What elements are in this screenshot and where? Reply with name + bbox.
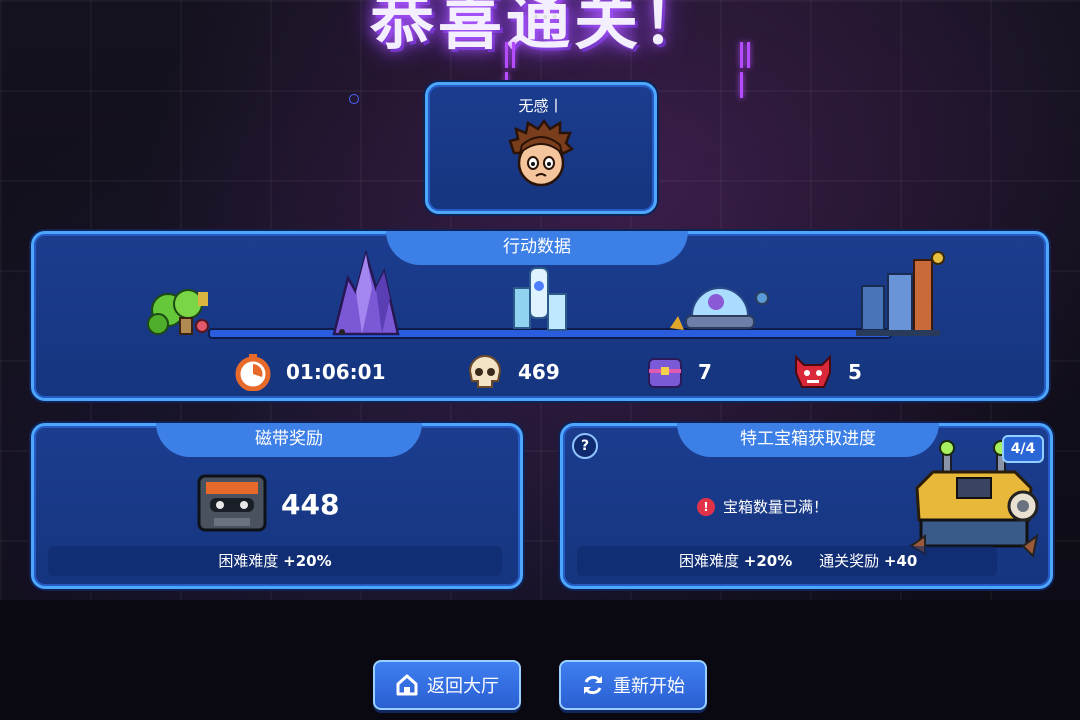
restart-button[interactable]: 重新开始	[559, 660, 707, 710]
stat-kills: 469	[466, 352, 560, 392]
lab-stage-icon	[513, 267, 567, 331]
player-avatar-icon	[508, 119, 575, 187]
forest-stage-icon	[147, 289, 209, 335]
stat-bosses-value: 5	[848, 360, 862, 384]
home-icon	[396, 674, 418, 696]
neon-decoration-icon	[505, 42, 525, 98]
back-to-lobby-button[interactable]: 返回大厅	[373, 660, 521, 710]
agent-chest-panel: 特工宝箱获取进度 ? ! 宝箱数量已满！ 4/4 困难难度 +20% 通关奖励 …	[560, 423, 1053, 589]
help-button[interactable]: ?	[572, 433, 598, 459]
difficulty-label: 困难难度	[218, 552, 279, 570]
factory-stage-icon	[856, 251, 945, 336]
ring-decoration-icon	[349, 94, 359, 104]
player-card: 无感丨	[425, 82, 657, 214]
difficulty-label: 困难难度	[679, 552, 740, 570]
tape-reward-title: 磁带奖励	[156, 423, 422, 457]
neon-decoration-icon	[740, 42, 760, 98]
treasure-chest-icon	[648, 358, 682, 388]
chest-full-text: 宝箱数量已满！	[723, 498, 829, 516]
action-data-panel: 行动数据 01:06:01 469 7 5	[31, 231, 1049, 401]
action-data-title: 行动数据	[386, 231, 688, 265]
stat-chests: 7	[646, 352, 712, 392]
difficulty-bonus: +20%	[743, 552, 793, 570]
tape-difficulty-bonus: 困难难度 +20%	[48, 546, 502, 576]
stat-chests-value: 7	[698, 360, 712, 384]
background-floor	[0, 600, 1080, 720]
stat-time-value: 01:06:01	[286, 360, 386, 384]
restart-label: 重新开始	[613, 676, 685, 697]
agent-chest-title: 特工宝箱获取进度	[677, 423, 939, 457]
stat-time: 01:06:01	[234, 352, 386, 392]
warning-icon: !	[697, 497, 715, 516]
more-options-icon[interactable]: •••	[532, 10, 560, 26]
clear-reward-label: 通关奖励	[819, 552, 880, 570]
demon-mask-icon	[795, 354, 831, 388]
tape-reward-value: 448	[281, 488, 340, 521]
difficulty-bonus: +20%	[283, 552, 332, 570]
stat-bosses: 5	[792, 352, 862, 392]
cassette-tape-icon	[197, 474, 267, 532]
skull-icon	[468, 355, 502, 388]
clear-reward-bonus: +40	[883, 552, 918, 570]
stat-kills-value: 469	[518, 360, 560, 384]
player-name: 无感丨	[518, 97, 564, 115]
stopwatch-icon	[235, 354, 271, 391]
chest-full-message: ! 宝箱数量已满！	[697, 496, 828, 517]
chest-progress-badge: 4/4	[1002, 435, 1044, 463]
dome-stage-icon	[670, 287, 769, 330]
refresh-icon	[584, 675, 602, 695]
crystal-stage-icon	[332, 249, 400, 336]
tape-reward-panel: 磁带奖励 448 困难难度 +20%	[31, 423, 523, 589]
back-to-lobby-label: 返回大厅	[427, 676, 499, 697]
chest-bonus-strip: 困难难度 +20% 通关奖励 +40	[577, 546, 997, 576]
